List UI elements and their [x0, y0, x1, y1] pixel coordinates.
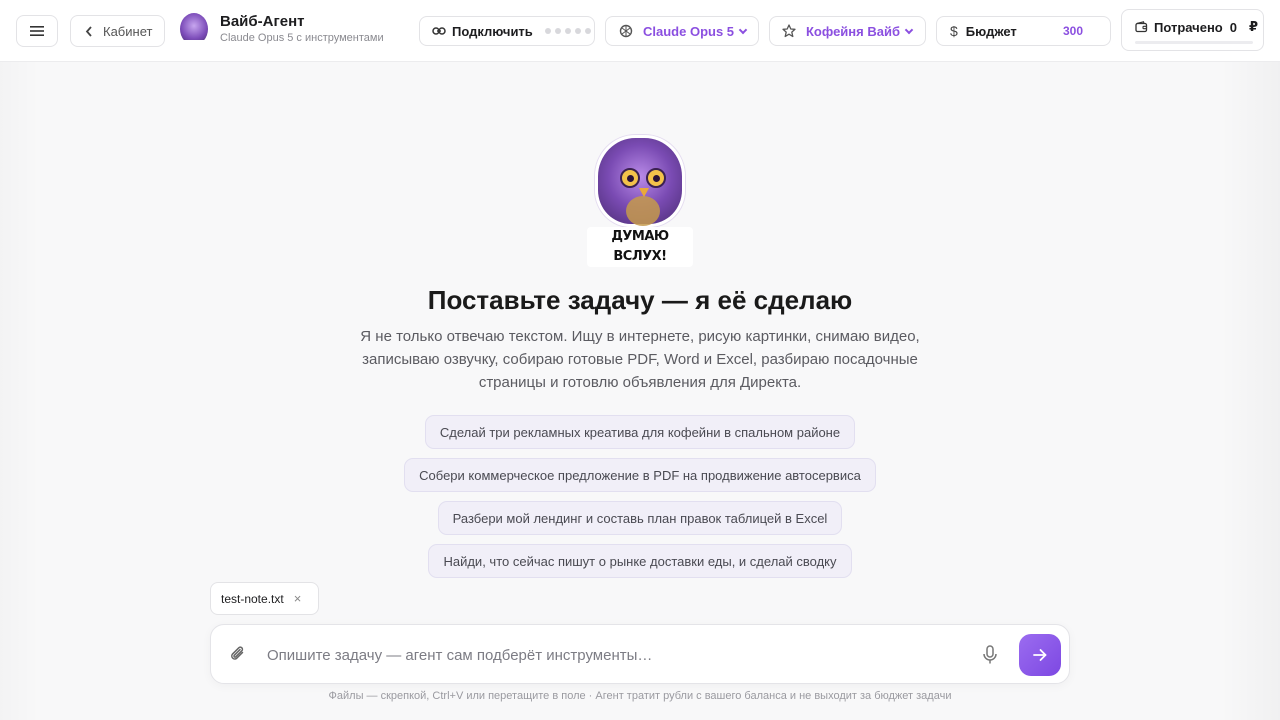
chevron-down-icon: [738, 25, 748, 34]
send-button[interactable]: [1019, 634, 1061, 676]
brand-title: Вайб-Агент: [220, 13, 305, 30]
page-title: Поставьте задачу — я её сделаю: [427, 285, 853, 315]
dollar-icon: $: [950, 23, 958, 39]
brand: Вайб-Агент Claude Opus 5 с инструментами: [180, 13, 384, 45]
arrow-right-icon: [1033, 649, 1047, 661]
project-label: Кофейня Вайб: [806, 23, 900, 39]
suggestion-chip[interactable]: Найди, что сейчас пишут о рынке доставки…: [428, 544, 852, 578]
currency-symbol: ₽: [1248, 19, 1259, 34]
spent-progress-bar: [1135, 41, 1253, 44]
connection-status-dots: [544, 28, 591, 34]
budget-label: Бюджет: [965, 23, 1017, 39]
star-icon: [782, 24, 796, 38]
page-description: Я не только отвечаю текстом. Ищу в интер…: [360, 328, 920, 391]
attached-file-name: test-note.txt: [221, 591, 284, 606]
spent-value: 0: [1229, 19, 1237, 35]
spent-label: Потрачено: [1154, 19, 1223, 35]
composer: [210, 624, 1070, 684]
left-edge-shade: [0, 62, 40, 720]
back-to-cabinet-button[interactable]: Кабинет: [70, 15, 165, 47]
connect-label: Подключить: [452, 23, 533, 39]
project-selector[interactable]: Кофейня Вайб: [769, 16, 926, 46]
mic-icon[interactable]: [981, 644, 999, 671]
top-bar: Кабинет Вайб-Агент Claude Opus 5 с инстр…: [0, 0, 1280, 62]
owl-mascot: ДУМАЮ ВСЛУХ!: [587, 133, 693, 267]
suggestion-chip[interactable]: Сделай три рекламных креатива для кофейн…: [425, 415, 855, 449]
model-selector[interactable]: Claude Opus 5: [605, 16, 759, 46]
suggestion-chip[interactable]: Разбери мой лендинг и составь план право…: [438, 501, 842, 535]
remove-file-icon[interactable]: ×: [294, 591, 302, 606]
model-label: Claude Opus 5: [643, 23, 735, 39]
mascot-caption: ДУМАЮ ВСЛУХ!: [587, 227, 693, 267]
attached-file-chip: test-note.txt ×: [210, 582, 319, 615]
model-icon: [619, 24, 633, 38]
owl-image: [595, 135, 685, 227]
suggestion-chip[interactable]: Собери коммерческое предложение в PDF на…: [404, 458, 876, 492]
right-edge-shade: [1220, 62, 1280, 720]
menu-icon: [30, 26, 44, 36]
spent-panel: Потрачено 0 ₽: [1121, 9, 1264, 51]
back-label: Кабинет: [103, 23, 153, 39]
chevron-down-icon: [904, 25, 914, 34]
budget-field[interactable]: $ Бюджет 300: [936, 16, 1111, 46]
paperclip-icon[interactable]: [228, 644, 248, 669]
link-icon: [432, 27, 446, 35]
budget-value[interactable]: 300: [1063, 24, 1083, 38]
menu-button[interactable]: [16, 15, 58, 47]
task-input[interactable]: [267, 643, 957, 667]
brand-subtitle: Claude Opus 5 с инструментами: [220, 32, 384, 44]
connect-button[interactable]: Подключить: [419, 16, 595, 46]
composer-hint: Файлы — скрепкой, Ctrl+V или перетащите …: [328, 690, 952, 702]
chevron-left-icon: [85, 25, 92, 37]
wallet-icon: [1135, 21, 1148, 33]
brand-avatar: [180, 13, 208, 45]
